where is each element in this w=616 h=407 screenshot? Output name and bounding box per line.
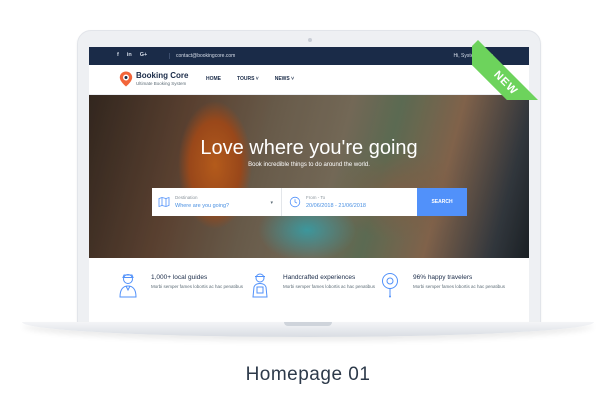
date-label: From - To — [306, 195, 326, 200]
feature-title: 1,000+ local guides — [151, 274, 208, 281]
clock-icon — [289, 196, 301, 208]
hiker-icon — [252, 273, 268, 298]
new-ribbon: NEW — [472, 20, 552, 100]
features-section: 1,000+ local guides Morbi semper fames l… — [89, 258, 529, 323]
hero-title: Love where you're going — [200, 137, 418, 159]
feature-description: Morbi semper fames lobortis ac hac penat… — [413, 284, 506, 289]
contact-email[interactable]: contact@bookingcore.com — [169, 53, 235, 59]
search-form: Destination Where are you going? ▾ From … — [152, 188, 467, 216]
logo-title[interactable]: Booking Core — [136, 71, 188, 80]
guide-person-icon — [119, 274, 137, 298]
laptop-notch — [284, 322, 332, 326]
site-header: Booking Core Ultimate Booking System HOM… — [89, 65, 529, 95]
destination-field[interactable]: Destination Where are you going? ▾ — [152, 188, 282, 216]
topbar: f in G+ contact@bookingcore.com Hi, Syst… — [89, 47, 529, 65]
search-button[interactable]: SEARCH — [417, 188, 467, 216]
hero-subtitle: Book incredible things to do around the … — [248, 162, 370, 168]
camera-dot — [308, 38, 312, 42]
feature-title: 96% happy travelers — [413, 274, 473, 281]
destination-input[interactable]: Where are you going? — [175, 203, 229, 209]
hero-banner: Love where you're going Book incredible … — [89, 95, 529, 258]
feature-happy-travelers: 96% happy travelers Morbi semper fames l… — [379, 272, 509, 312]
laptop-base — [22, 322, 594, 337]
nav-home[interactable]: HOME — [206, 76, 221, 82]
website-screen: f in G+ contact@bookingcore.com Hi, Syst… — [89, 47, 529, 323]
date-input[interactable]: 20/06/2018 - 21/06/2018 — [306, 203, 366, 209]
hero-overlay — [89, 95, 529, 258]
feature-handcrafted: Handcrafted experiences Morbi semper fam… — [249, 272, 379, 312]
main-nav: HOME TOURS ˅ NEWS ˅ — [206, 76, 294, 82]
linkedin-link[interactable]: in — [127, 52, 132, 58]
product-showcase: f in G+ contact@bookingcore.com Hi, Syst… — [0, 0, 616, 407]
facebook-link[interactable]: f — [117, 52, 119, 58]
chevron-down-icon[interactable]: ▾ — [270, 200, 273, 206]
nav-news[interactable]: NEWS ˅ — [275, 76, 294, 82]
google-plus-link[interactable]: G+ — [140, 52, 148, 58]
date-field[interactable]: From - To 20/06/2018 - 21/06/2018 — [283, 188, 417, 216]
logo-pin-icon[interactable] — [119, 71, 133, 87]
ribbon-label: NEW — [491, 68, 520, 98]
nav-tours[interactable]: TOURS ˅ — [237, 76, 259, 82]
location-pin-icon — [382, 273, 398, 298]
social-links: f in G+ — [117, 52, 147, 58]
caption: Homepage 01 — [245, 364, 371, 385]
destination-label: Destination — [175, 195, 198, 200]
feature-local-guides: 1,000+ local guides Morbi semper fames l… — [117, 272, 247, 312]
feature-description: Morbi semper fames lobortis ac hac penat… — [151, 284, 244, 289]
feature-title: Handcrafted experiences — [283, 274, 356, 281]
feature-description: Morbi semper fames lobortis ac hac penat… — [283, 284, 376, 289]
map-icon — [158, 196, 170, 208]
logo-subtitle: Ultimate Booking System — [136, 81, 187, 86]
ribbon-band: NEW — [472, 40, 549, 100]
